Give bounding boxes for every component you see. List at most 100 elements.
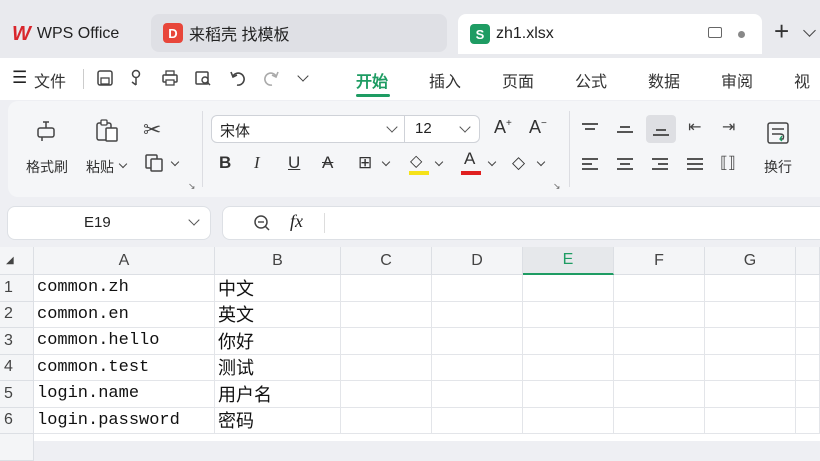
- print-icon[interactable]: [161, 69, 179, 87]
- cell-b[interactable]: 密码: [215, 407, 341, 434]
- bold-icon[interactable]: B: [219, 153, 231, 173]
- menu-home[interactable]: 开始: [356, 68, 388, 92]
- menu-file[interactable]: 文件: [34, 68, 66, 92]
- cell-empty[interactable]: [341, 381, 432, 408]
- increase-indent-icon[interactable]: ⇥: [722, 117, 735, 137]
- clear-format-icon[interactable]: ◇: [512, 153, 525, 173]
- cell-empty[interactable]: [341, 407, 432, 434]
- font-name-select[interactable]: 宋体: [211, 115, 405, 143]
- cell-a[interactable]: login.password: [34, 407, 215, 434]
- row-header[interactable]: 1: [0, 275, 34, 302]
- cell-empty[interactable]: [705, 301, 796, 328]
- justify-icon[interactable]: [687, 158, 703, 173]
- cell-empty[interactable]: [523, 354, 614, 381]
- cut-icon[interactable]: ✂: [143, 117, 161, 143]
- cell-a[interactable]: common.en: [34, 301, 215, 328]
- wrap-text-icon[interactable]: [766, 121, 792, 145]
- font-expand-icon[interactable]: ↘: [553, 181, 561, 192]
- cell-empty[interactable]: [432, 328, 523, 355]
- row-header[interactable]: 6: [0, 407, 34, 434]
- paste-icon[interactable]: [94, 118, 120, 144]
- decrease-font-icon[interactable]: A−: [529, 117, 547, 138]
- cell-empty[interactable]: [796, 354, 820, 381]
- paste-label[interactable]: 粘贴: [86, 157, 114, 177]
- cell-empty[interactable]: [432, 407, 523, 434]
- quick-access-chevron-icon[interactable]: [297, 70, 309, 82]
- row-header[interactable]: 3: [0, 328, 34, 355]
- tab-list-chevron-icon[interactable]: [803, 24, 816, 37]
- cell-empty[interactable]: [614, 275, 705, 302]
- menu-formula[interactable]: 公式: [575, 68, 607, 92]
- underline-icon[interactable]: U: [288, 153, 300, 173]
- cell-empty[interactable]: [796, 301, 820, 328]
- clear-format-chevron-icon[interactable]: [536, 157, 546, 167]
- share-icon[interactable]: [127, 69, 145, 87]
- format-painter-icon[interactable]: [34, 119, 58, 143]
- tab-dot-icon[interactable]: [738, 31, 745, 38]
- row-header[interactable]: 4: [0, 354, 34, 381]
- column-header-h[interactable]: [796, 247, 820, 275]
- column-header-f[interactable]: F: [614, 247, 705, 275]
- redo-icon[interactable]: [262, 69, 280, 87]
- cell-empty[interactable]: [614, 381, 705, 408]
- window-display-icon[interactable]: [708, 27, 722, 38]
- column-header-e[interactable]: E: [523, 247, 614, 275]
- row-header[interactable]: 5: [0, 381, 34, 408]
- cell-b[interactable]: 你好: [215, 328, 341, 355]
- increase-font-icon[interactable]: A+: [494, 117, 512, 138]
- cell-b[interactable]: 英文: [215, 301, 341, 328]
- formula-input[interactable]: [333, 213, 803, 233]
- wrap-text-label[interactable]: 换行: [764, 157, 792, 177]
- fill-color-chevron-icon[interactable]: [434, 157, 444, 167]
- cell-empty[interactable]: [796, 407, 820, 434]
- cell-b[interactable]: 用户名: [215, 381, 341, 408]
- tab-wps-office[interactable]: W WPS Office: [4, 14, 142, 54]
- column-header-c[interactable]: C: [341, 247, 432, 275]
- name-box[interactable]: E19: [7, 206, 211, 240]
- align-center-icon[interactable]: [617, 158, 633, 173]
- align-bottom-button[interactable]: [646, 115, 676, 143]
- align-left-icon[interactable]: [582, 158, 598, 173]
- cell-empty[interactable]: [614, 407, 705, 434]
- column-header-a[interactable]: A: [34, 247, 215, 275]
- distribute-icon[interactable]: ⟦⟧: [720, 153, 736, 173]
- copy-icon[interactable]: [144, 153, 164, 173]
- decrease-indent-icon[interactable]: ⇤: [688, 117, 701, 137]
- cell-empty[interactable]: [523, 328, 614, 355]
- name-box-chevron-icon[interactable]: [188, 214, 200, 226]
- align-right-icon[interactable]: [652, 158, 668, 173]
- cell-a[interactable]: common.hello: [34, 328, 215, 355]
- strikethrough-icon[interactable]: A: [322, 153, 333, 173]
- clipboard-expand-icon[interactable]: ↘: [188, 181, 196, 192]
- menu-review[interactable]: 审阅: [721, 68, 753, 92]
- cell-empty[interactable]: [705, 407, 796, 434]
- cell-empty[interactable]: [614, 354, 705, 381]
- font-color-icon[interactable]: A: [464, 149, 475, 169]
- fill-color-icon[interactable]: ◇: [410, 151, 422, 171]
- insert-function-icon[interactable]: fx: [290, 211, 303, 232]
- print-preview-icon[interactable]: [194, 69, 212, 87]
- cell-empty[interactable]: [432, 354, 523, 381]
- main-menu-icon[interactable]: ☰: [12, 68, 27, 88]
- select-all-corner[interactable]: ◢: [0, 247, 34, 275]
- cell-empty[interactable]: [523, 275, 614, 302]
- format-painter-label[interactable]: 格式刷: [26, 157, 68, 177]
- cell-empty[interactable]: [341, 328, 432, 355]
- align-middle-icon[interactable]: [617, 126, 633, 136]
- undo-icon[interactable]: [229, 69, 247, 87]
- borders-chevron-icon[interactable]: [381, 157, 391, 167]
- cell-empty[interactable]: [341, 354, 432, 381]
- cell-empty[interactable]: [705, 328, 796, 355]
- column-header-d[interactable]: D: [432, 247, 523, 275]
- cell-empty[interactable]: [432, 301, 523, 328]
- cell-empty[interactable]: [796, 381, 820, 408]
- tab-spreadsheet-file[interactable]: S zh1.xlsx: [458, 14, 762, 54]
- column-header-b[interactable]: B: [215, 247, 341, 275]
- cell-empty[interactable]: [523, 301, 614, 328]
- cell-empty[interactable]: [523, 381, 614, 408]
- cell-empty[interactable]: [614, 328, 705, 355]
- align-top-icon[interactable]: [582, 123, 598, 133]
- cell-empty[interactable]: [705, 381, 796, 408]
- copy-chevron-icon[interactable]: [170, 157, 180, 167]
- cell-a[interactable]: common.test: [34, 354, 215, 381]
